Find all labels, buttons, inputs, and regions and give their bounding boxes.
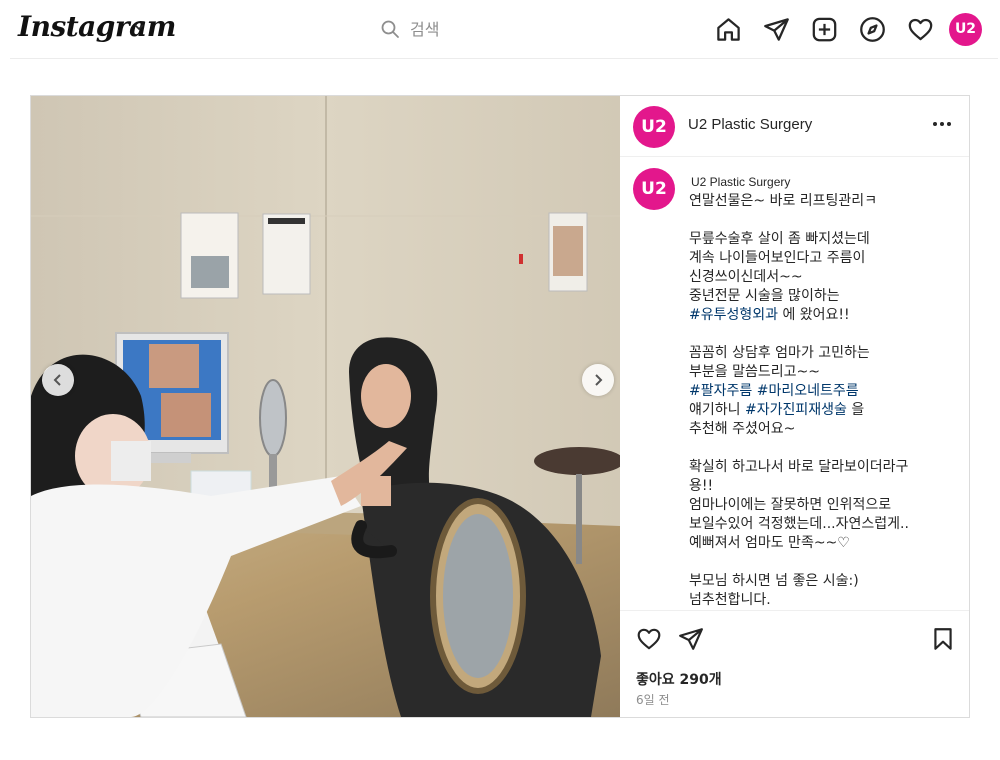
caption-line — [689, 211, 959, 230]
caption-text-segment: 연말선물은~ 바로 리프팅관리ㅋ — [689, 193, 878, 209]
nav-divider — [10, 58, 998, 59]
next-image-button[interactable] — [582, 364, 614, 396]
caption-line: 보일수있어 걱정했는데...자연스럽게.. — [689, 515, 959, 534]
caption-line: 꼼꼼히 상담후 엄마가 고민하는 — [689, 344, 959, 363]
hashtag-link[interactable]: #자가진피재생술 — [745, 402, 847, 418]
more-icon — [933, 122, 951, 126]
caption-username[interactable]: U2 Plastic Surgery — [691, 175, 790, 189]
profile-avatar[interactable]: U2 — [949, 12, 982, 46]
previous-image-button[interactable] — [42, 364, 74, 396]
caption-line: #팔자주름 #마리오네트주름 — [689, 382, 959, 401]
home-button[interactable] — [713, 14, 743, 44]
home-icon — [716, 17, 740, 41]
share-icon — [679, 628, 703, 650]
top-navigation: Instagram U2 — [0, 0, 1000, 60]
like-icon — [637, 628, 661, 650]
caption-line: 신경쓰이신데서~~ — [689, 268, 959, 287]
caption-line: 연말선물은~ 바로 리프팅관리ㅋ — [689, 192, 959, 211]
post-sidebar: U2 U2 Plastic Surgery U2 U2 Plastic Surg… — [620, 96, 969, 717]
caption-line: 부모님 하시면 넘 좋은 시술:) — [689, 572, 959, 591]
explore-icon — [859, 16, 885, 42]
caption-line — [689, 553, 959, 572]
caption-text-segment: 추천해 주셨어요~ — [689, 421, 796, 437]
caption-line: 예뻐져서 엄마도 만족~~♡ — [689, 534, 959, 553]
save-button[interactable] — [929, 625, 957, 653]
post-actions: 좋아요 290개 6일 전 — [620, 610, 969, 717]
caption-text-segment: 엄마나이에는 잘못하면 인위적으로 — [689, 497, 892, 513]
post-header: U2 U2 Plastic Surgery — [620, 96, 969, 157]
caption-line: 넘추천합니다. — [689, 591, 959, 610]
search-input[interactable] — [410, 19, 560, 39]
post-media[interactable] — [31, 96, 620, 717]
search-bar[interactable] — [380, 14, 580, 44]
caption-text-segment: 을 — [846, 402, 865, 418]
caption-text-segment: 예뻐져서 엄마도 만족~~♡ — [689, 535, 850, 551]
hashtag-link[interactable]: #팔자주름 — [689, 383, 752, 399]
caption-line — [689, 439, 959, 458]
caption-line: 확실히 하고나서 바로 달라보이더라구 — [689, 458, 959, 477]
post-card: U2 U2 Plastic Surgery U2 U2 Plastic Surg… — [30, 95, 970, 718]
account-avatar[interactable]: U2 — [633, 106, 675, 148]
share-button[interactable] — [677, 625, 705, 653]
like-button[interactable] — [635, 625, 663, 653]
caption-line: 무릎수술후 살이 좀 빠지셨는데 — [689, 230, 959, 249]
hashtag-link[interactable]: #마리오네트주름 — [757, 383, 859, 399]
caption-text-segment: 에 왔어요!! — [778, 307, 850, 323]
caption-text-segment: 부모님 하시면 넘 좋은 시술:) — [689, 573, 859, 589]
caption-line: 중년전문 시술을 많이하는 — [689, 287, 959, 306]
post-time: 6일 전 — [636, 693, 670, 707]
save-icon — [934, 628, 952, 650]
caption-text-segment: 부분을 말씀드리고~~ — [689, 364, 820, 380]
instagram-logo[interactable]: Instagram — [18, 10, 176, 43]
chevron-down-icon[interactable] — [133, 21, 145, 33]
caption-line: 계속 나이들어보인다고 주름이 — [689, 249, 959, 268]
heart-icon — [908, 18, 932, 40]
caption-text-segment: 넘추천합니다. — [689, 592, 771, 608]
chevron-right-icon — [595, 374, 603, 386]
caption-line: 얘기하니 #자가진피재생술 을 — [689, 401, 959, 420]
explore-button[interactable] — [857, 14, 887, 44]
chevron-left-icon — [53, 374, 61, 386]
caption-line: 부분을 말씀드리고~~ — [689, 363, 959, 382]
caption-text-segment: 신경쓰이신데서~~ — [689, 269, 803, 285]
caption-text-segment: 용!! — [689, 478, 714, 494]
new-post-button[interactable] — [809, 14, 839, 44]
hashtag-link[interactable]: #유투성형외과 — [689, 307, 778, 323]
caption-section: U2 U2 Plastic Surgery 연말선물은~ 바로 리프팅관리ㅋ 무… — [620, 157, 969, 610]
caption-line: 추천해 주셨어요~ — [689, 420, 959, 439]
like-count[interactable]: 좋아요 290개 — [636, 669, 722, 689]
caption-text-segment: 보일수있어 걱정했는데...자연스럽게.. — [689, 516, 909, 532]
direct-messages-button[interactable] — [761, 14, 791, 44]
caption-text-segment: 계속 나이들어보인다고 주름이 — [689, 250, 866, 266]
new-post-icon — [812, 17, 836, 41]
send-icon — [763, 17, 789, 41]
caption-text-segment: 꼼꼼히 상담후 엄마가 고민하는 — [689, 345, 870, 361]
caption-text-segment: 얘기하니 — [689, 402, 745, 418]
caption-avatar[interactable]: U2 — [633, 168, 675, 210]
caption-text-segment: 중년전문 시술을 많이하는 — [689, 288, 840, 304]
more-options-button[interactable] — [930, 114, 954, 134]
account-name[interactable]: U2 Plastic Surgery — [688, 116, 812, 133]
caption-line: 용!! — [689, 477, 959, 496]
search-icon — [381, 20, 399, 38]
post-photo — [31, 96, 620, 717]
activity-button[interactable] — [905, 14, 935, 44]
caption-text-segment: 확실히 하고나서 바로 달라보이더라구 — [689, 459, 909, 475]
caption-line: 엄마나이에는 잘못하면 인위적으로 — [689, 496, 959, 515]
caption-text: 연말선물은~ 바로 리프팅관리ㅋ 무릎수술후 살이 좀 빠지셨는데계속 나이들어… — [689, 192, 959, 610]
caption-line — [689, 325, 959, 344]
nav-icons: U2 — [713, 12, 982, 46]
caption-text-segment: 무릎수술후 살이 좀 빠지셨는데 — [689, 231, 870, 247]
caption-line: #유투성형외과 에 왔어요!! — [689, 306, 959, 325]
